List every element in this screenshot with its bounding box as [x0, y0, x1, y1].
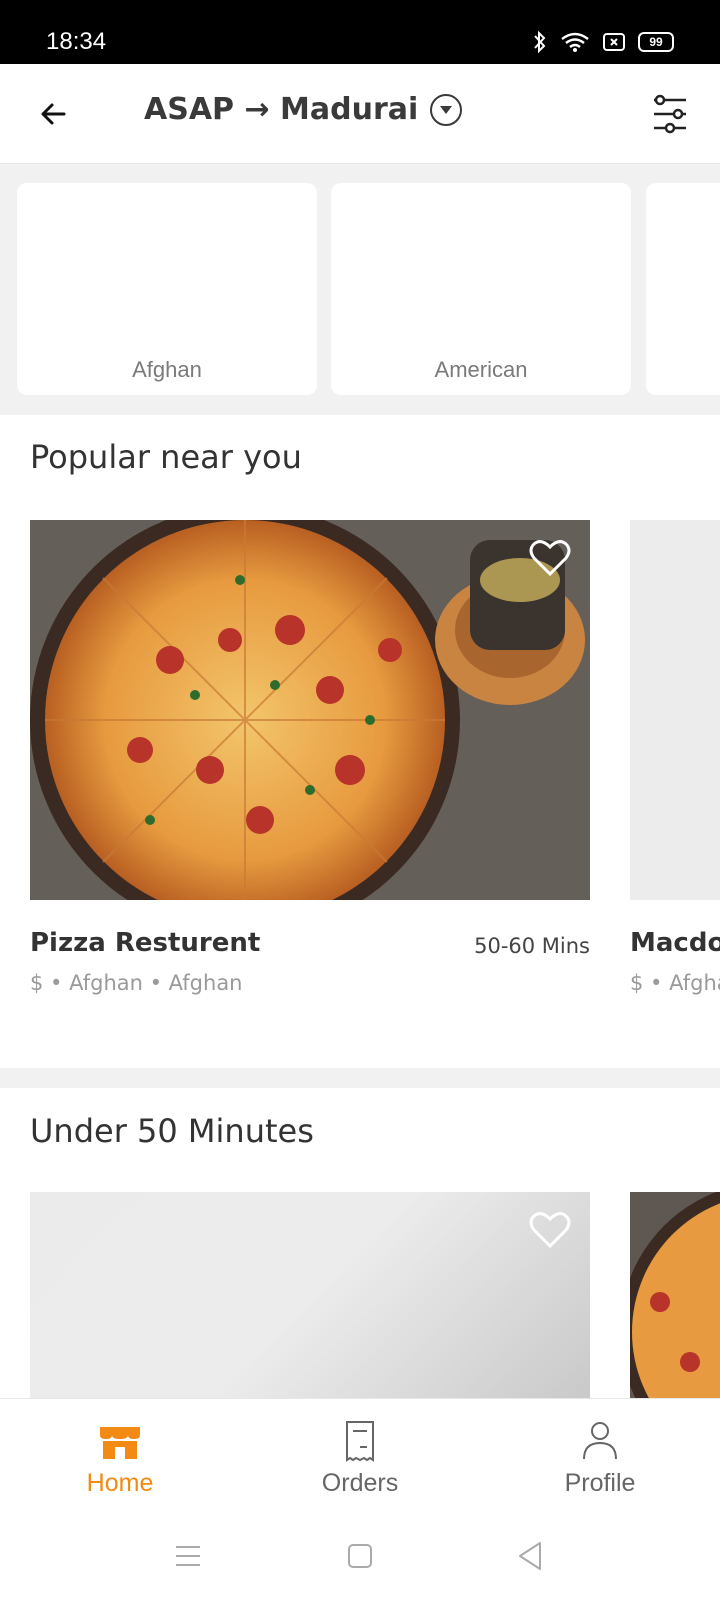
nav-label-orders: Orders — [321, 1469, 399, 1497]
home-square-icon[interactable] — [346, 1542, 374, 1570]
pizza-image — [630, 1192, 720, 1398]
screen-record-icon — [603, 33, 625, 51]
restaurant-name: Macdonalds — [630, 928, 720, 958]
nav-label-profile: Profile — [564, 1469, 636, 1497]
status-icons: 99 — [532, 30, 674, 54]
receipt-icon — [346, 1421, 374, 1462]
favorite-heart-icon[interactable] — [528, 538, 572, 578]
system-navigation-bar — [0, 1518, 720, 1600]
nav-orders[interactable]: Orders — [290, 1417, 430, 1498]
filter-icon[interactable] — [650, 94, 690, 134]
section-title-popular: Popular near you — [30, 438, 302, 476]
battery-icon: 99 — [638, 32, 674, 52]
nav-label-home: Home — [86, 1469, 154, 1497]
category-label: Afghan — [132, 357, 202, 382]
restaurant-image-pizza[interactable] — [30, 520, 590, 900]
category-carousel[interactable]: Afghan American — [0, 165, 720, 415]
chevron-down-icon — [430, 93, 463, 126]
location-title: ASAP → Madurai — [144, 92, 419, 127]
bottom-navigation: Home Orders Profile — [0, 1398, 720, 1518]
pizza-image — [30, 520, 590, 900]
back-arrow-icon[interactable] — [34, 94, 74, 134]
status-time: 18:34 — [46, 28, 107, 55]
store-icon — [100, 1427, 140, 1459]
bluetooth-icon — [534, 30, 546, 54]
delivery-time: 50-60 Mins — [474, 934, 590, 958]
category-card-afghan[interactable]: Afghan — [17, 183, 317, 395]
restaurant-image-pizza-small[interactable] — [630, 1192, 720, 1398]
status-bar: 18:34 99 — [0, 0, 720, 64]
category-card-american[interactable]: American — [331, 183, 631, 395]
section-title-under-50: Under 50 Minutes — [30, 1112, 314, 1150]
location-selector[interactable]: ASAP → Madurai — [144, 92, 463, 127]
app-header: ASAP → Madurai — [0, 64, 720, 164]
back-triangle-icon[interactable] — [516, 1540, 546, 1572]
restaurant-meta: $ • Afghan • Afghan — [30, 971, 243, 995]
wifi-icon — [561, 32, 589, 52]
restaurant-name: Pizza Resturent — [30, 928, 261, 958]
section-divider — [0, 1068, 720, 1088]
restaurant-meta: $ • Afghan — [630, 971, 720, 995]
person-icon — [583, 1422, 617, 1460]
nav-profile[interactable]: Profile — [530, 1417, 670, 1498]
category-card-partial[interactable] — [646, 183, 720, 395]
menu-icon[interactable] — [174, 1542, 202, 1570]
restaurant-image-loading[interactable] — [30, 1192, 590, 1398]
category-label: American — [434, 357, 528, 382]
favorite-heart-icon[interactable] — [528, 1210, 572, 1250]
nav-home[interactable]: Home — [50, 1417, 190, 1498]
restaurant-image-macdonalds[interactable] — [630, 520, 720, 900]
